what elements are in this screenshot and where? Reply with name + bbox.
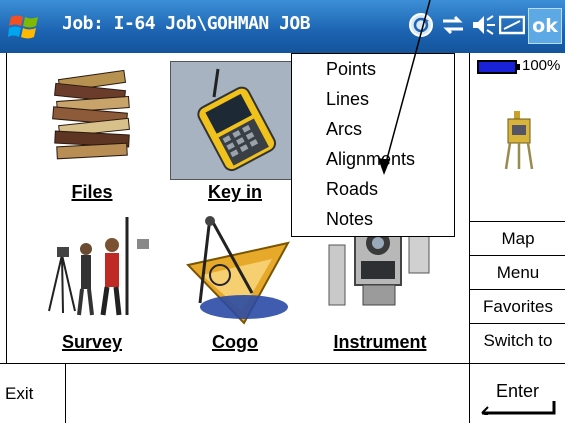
window-title: Job: I-64 Job\GOHMAN JOB — [62, 13, 311, 34]
files-icon — [52, 69, 130, 160]
key-in-tile[interactable]: Key in — [160, 65, 310, 215]
controller-icon — [197, 68, 277, 172]
enter-label: Enter — [495, 381, 540, 401]
files-tile[interactable]: Files — [17, 65, 167, 215]
cogo-tile[interactable]: Cogo — [160, 215, 310, 365]
survey-tile[interactable]: Survey — [17, 215, 167, 365]
compass-icon — [186, 216, 290, 325]
keyboard-icon[interactable] — [499, 12, 525, 38]
key-in-label: Key in — [207, 182, 263, 202]
menu-item-alignments[interactable]: Alignments — [326, 149, 415, 170]
bottom-bar: Exit Enter — [0, 363, 565, 423]
menu-item-points[interactable]: Points — [326, 59, 376, 80]
battery-percent: 100% — [522, 57, 561, 74]
title-bar: Job: I-64 Job\GOHMAN JOB ok — [0, 0, 565, 53]
battery-icon — [477, 60, 517, 74]
exit-button[interactable]: Exit — [0, 364, 66, 423]
right-panel: 100% Map Menu Favorites Switch to — [469, 53, 565, 363]
survey-label: Survey — [61, 332, 123, 352]
cogo-label: Cogo — [212, 332, 258, 352]
surveyors-icon — [48, 217, 149, 316]
map-button[interactable]: Map — [470, 221, 565, 255]
battery-tip — [517, 64, 520, 70]
switch-to-button[interactable]: Switch to — [470, 323, 565, 357]
enter-key-icon — [481, 401, 556, 415]
menu-item-roads[interactable]: Roads — [326, 179, 378, 200]
volume-icon[interactable] — [471, 12, 497, 38]
menu-button[interactable]: Menu — [470, 255, 565, 289]
connectivity-icon[interactable] — [440, 12, 466, 38]
menu-item-arcs[interactable]: Arcs — [326, 119, 362, 140]
ok-button[interactable]: ok — [528, 8, 562, 44]
instrument-label: Instrument — [333, 332, 427, 352]
key-in-popup-menu: Points Lines Arcs Alignments Roads Notes — [291, 53, 455, 237]
menu-item-lines[interactable]: Lines — [326, 89, 369, 110]
menu-item-notes[interactable]: Notes — [326, 209, 373, 230]
files-label: Files — [71, 182, 113, 202]
instrument-status-icon[interactable] — [500, 111, 540, 171]
enter-button[interactable]: Enter — [469, 364, 565, 423]
sync-icon[interactable] — [408, 12, 434, 38]
instrument-tile[interactable]: Instrument — [305, 215, 455, 365]
favorites-button[interactable]: Favorites — [470, 289, 565, 323]
windows-start-icon[interactable] — [8, 10, 42, 44]
